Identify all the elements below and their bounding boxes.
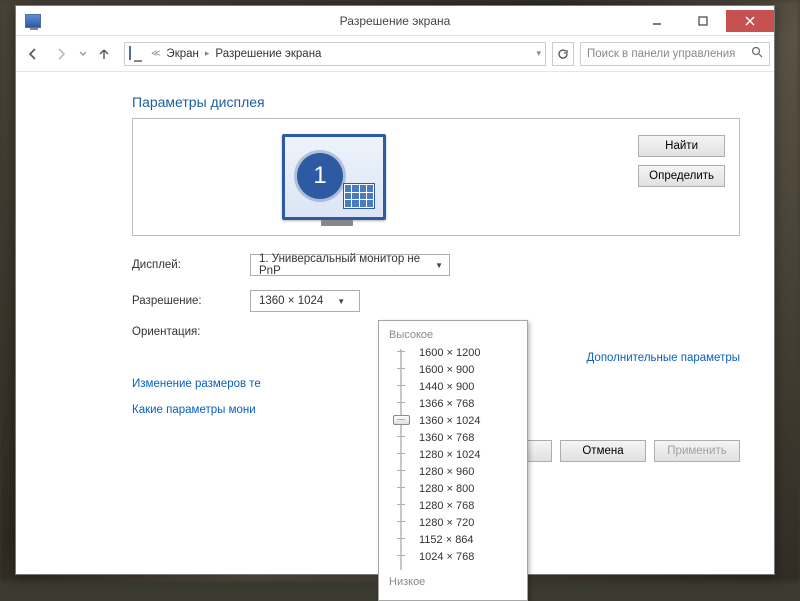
resolution-option[interactable]: 1024 × 768 <box>415 549 521 566</box>
resolution-option[interactable]: 1280 × 1024 <box>415 447 521 464</box>
resolution-option[interactable]: 1440 × 900 <box>415 379 521 396</box>
monitor-grid-icon <box>343 183 375 209</box>
nav-history-dropdown[interactable] <box>76 41 90 67</box>
orientation-label: Ориентация: <box>132 326 250 338</box>
resolution-option[interactable]: 1360 × 768 <box>415 430 521 447</box>
cancel-button[interactable]: Отмена <box>560 440 646 462</box>
monitor-preview-box: 1 Найти Определить <box>132 118 740 236</box>
navbar: ≪ Экран ▸ Разрешение экрана ▾ Поиск в па… <box>16 36 774 72</box>
window-icon <box>22 10 44 32</box>
resolution-option[interactable]: 1280 × 960 <box>415 464 521 481</box>
address-dropdown-icon[interactable]: ▾ <box>536 48 541 59</box>
slider-thumb[interactable] <box>393 415 410 425</box>
refresh-button[interactable] <box>552 42 574 66</box>
apply-button[interactable]: Применить <box>654 440 740 462</box>
resolution-option[interactable]: 1366 × 768 <box>415 396 521 413</box>
search-icon <box>751 46 763 61</box>
dropdown-low-label: Низкое <box>389 576 521 588</box>
monitor-number-badge: 1 <box>297 153 343 199</box>
resolution-option[interactable]: 1600 × 900 <box>415 362 521 379</box>
display-select[interactable]: 1. Универсальный монитор не PnP ▼ <box>250 254 450 276</box>
breadcrumb-icon <box>129 47 145 61</box>
resolution-dropdown-popup: Высокое 1600 × 12001600 × 9001440 × 9001… <box>378 320 528 601</box>
breadcrumb-sep-icon: ▸ <box>205 48 210 59</box>
display-label: Дисплей: <box>132 259 250 271</box>
address-bar[interactable]: ≪ Экран ▸ Разрешение экрана ▾ <box>124 42 546 66</box>
maximize-button[interactable] <box>680 10 726 32</box>
breadcrumb-chevron-icon: ≪ <box>151 48 160 59</box>
minimize-button[interactable] <box>634 10 680 32</box>
resolution-slider[interactable] <box>391 345 411 574</box>
caret-down-icon: ▼ <box>337 297 345 306</box>
resolution-label: Разрешение: <box>132 295 250 307</box>
monitor-preview[interactable]: 1 <box>282 134 386 220</box>
resolution-option[interactable]: 1360 × 1024 <box>415 413 521 430</box>
resolution-option[interactable]: 1280 × 800 <box>415 481 521 498</box>
search-placeholder: Поиск в панели управления <box>587 48 735 60</box>
display-row: Дисплей: 1. Универсальный монитор не PnP… <box>132 254 740 276</box>
close-button[interactable] <box>726 10 774 32</box>
identify-button[interactable]: Определить <box>638 165 725 187</box>
page-heading: Параметры дисплея <box>132 94 740 110</box>
resolution-select-value: 1360 × 1024 <box>259 295 323 307</box>
nav-back-button[interactable] <box>20 41 46 67</box>
resolution-select[interactable]: 1360 × 1024 ▼ <box>250 290 360 312</box>
breadcrumb-item[interactable]: Разрешение экрана <box>215 48 321 60</box>
search-input[interactable]: Поиск в панели управления <box>580 42 770 66</box>
breadcrumb-item[interactable]: Экран <box>166 48 198 60</box>
titlebar: Разрешение экрана <box>16 6 774 36</box>
nav-forward-button[interactable] <box>48 41 74 67</box>
resolution-row: Разрешение: 1360 × 1024 ▼ <box>132 290 740 312</box>
find-button[interactable]: Найти <box>638 135 725 157</box>
display-select-value: 1. Универсальный монитор не PnP <box>259 253 421 277</box>
nav-up-button[interactable] <box>94 41 114 67</box>
dropdown-high-label: Высокое <box>389 329 521 341</box>
window-buttons <box>634 10 774 32</box>
resolution-option[interactable]: 1280 × 768 <box>415 498 521 515</box>
caret-down-icon: ▼ <box>435 261 443 270</box>
resolution-option[interactable]: 1600 × 1200 <box>415 345 521 362</box>
resolution-option[interactable]: 1152 × 864 <box>415 532 521 549</box>
resolution-option[interactable]: 1280 × 720 <box>415 515 521 532</box>
window: Разрешение экрана ≪ Экран ▸ Разрешение э… <box>15 5 775 575</box>
